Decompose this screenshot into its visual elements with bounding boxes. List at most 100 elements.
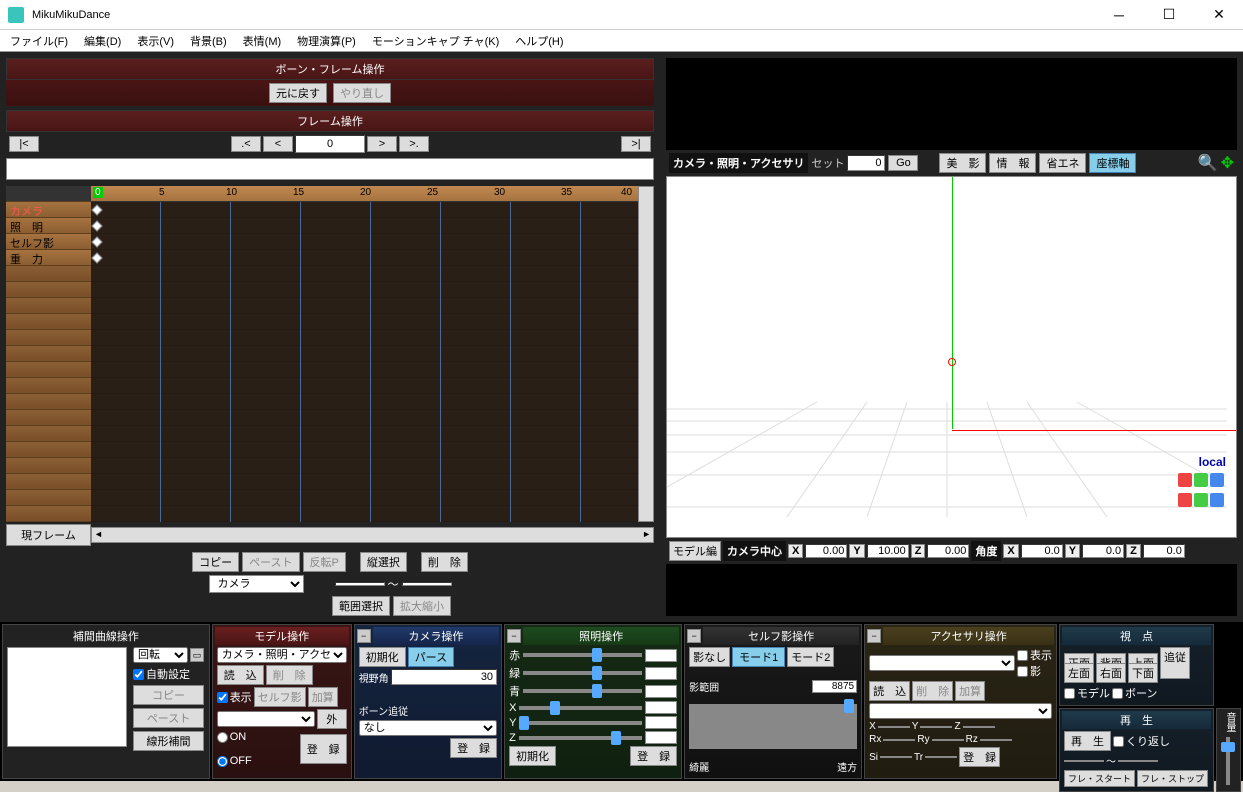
move-gizmo[interactable] bbox=[1178, 493, 1228, 509]
menu-view[interactable]: 表示(V) bbox=[131, 31, 180, 51]
menu-face[interactable]: 表情(M) bbox=[237, 31, 288, 51]
cam-init[interactable]: 初期化 bbox=[359, 647, 406, 667]
ang-y[interactable]: 0.0 bbox=[1082, 544, 1124, 558]
model-load[interactable]: 読 込 bbox=[217, 665, 264, 685]
timeline-grid[interactable]: 0 5 10 15 20 25 30 35 40 bbox=[91, 186, 638, 522]
prev-frame-button[interactable]: < bbox=[263, 136, 293, 152]
menu-mocap[interactable]: モーションキャプ チャ(K) bbox=[366, 31, 505, 51]
search-icon[interactable]: 🔍 bbox=[1198, 153, 1218, 173]
copy-button[interactable]: コピー bbox=[192, 552, 239, 572]
timeline-ruler[interactable]: 0 5 10 15 20 25 30 35 40 bbox=[91, 186, 638, 202]
model-select[interactable]: カメラ・照明・アクセサリ bbox=[217, 647, 347, 663]
timeline-vscroll[interactable] bbox=[638, 186, 654, 522]
range-select-button[interactable]: 範囲選択 bbox=[332, 596, 390, 616]
window-title: MikuMikuDance bbox=[32, 9, 1103, 21]
play-panel: 再 生 再 生くり返し ～ フレ・スタートフレ・ストップ bbox=[1059, 708, 1214, 792]
eco-button[interactable]: 省エネ bbox=[1039, 153, 1086, 173]
coordinate-bar: モデル編 カメラ中心 X0.00 Y10.00 Z0.00 角度 X0.0 Y0… bbox=[666, 538, 1237, 564]
flip-button[interactable]: 反転P bbox=[303, 552, 346, 572]
axis-button[interactable]: 座標軸 bbox=[1089, 153, 1136, 173]
go-button[interactable]: Go bbox=[888, 155, 918, 171]
next-key-button[interactable]: >. bbox=[399, 136, 429, 152]
acc-bone-select[interactable] bbox=[869, 703, 1052, 719]
collapse-icon[interactable]: − bbox=[687, 629, 701, 643]
track-camera[interactable]: カメラ bbox=[6, 202, 91, 218]
vsel-button[interactable]: 縦選択 bbox=[360, 552, 407, 572]
model-edit-button[interactable]: モデル編 bbox=[669, 541, 721, 561]
viewport-3d[interactable]: local bbox=[666, 176, 1237, 538]
curve-panel: 補間曲線操作 回転▭ 自動設定 コピー ペースト 線形補間 bbox=[2, 624, 210, 779]
current-frame-label[interactable]: 現フレーム bbox=[6, 524, 91, 546]
keyframe-icon[interactable] bbox=[91, 236, 102, 247]
cam-y[interactable]: 10.00 bbox=[867, 544, 909, 558]
menu-help[interactable]: ヘルプ(H) bbox=[509, 31, 569, 51]
first-frame-button[interactable]: |< bbox=[9, 136, 39, 152]
collapse-icon[interactable]: − bbox=[867, 629, 881, 643]
move-icon[interactable]: ✥ bbox=[1221, 153, 1234, 173]
frame-ops-title: フレーム操作 bbox=[6, 110, 654, 132]
menu-file[interactable]: ファイル(F) bbox=[4, 31, 74, 51]
ang-x[interactable]: 0.0 bbox=[1021, 544, 1063, 558]
cam-x[interactable]: 0.00 bbox=[805, 544, 847, 558]
nice-shadow-button[interactable]: 美 影 bbox=[939, 153, 986, 173]
shadow-panel: −セルフ影操作 影なしモード1モード2 影範囲8875 綺麗遠方 bbox=[684, 624, 862, 779]
delete-button[interactable]: 削 除 bbox=[421, 552, 468, 572]
frame-input[interactable]: 0 bbox=[295, 135, 365, 153]
track-shadow[interactable]: セルフ影 bbox=[6, 234, 91, 250]
track-gravity[interactable]: 重 力 bbox=[6, 250, 91, 266]
zoom-button[interactable]: 拡大縮小 bbox=[393, 596, 451, 616]
range-to[interactable] bbox=[402, 582, 452, 586]
prev-key-button[interactable]: .< bbox=[231, 136, 261, 152]
collapse-icon[interactable]: − bbox=[507, 629, 521, 643]
last-frame-button[interactable]: >| bbox=[621, 136, 651, 152]
curve-expand-icon[interactable]: ▭ bbox=[190, 648, 204, 662]
light-z-slider[interactable] bbox=[519, 736, 642, 740]
curve-editor[interactable] bbox=[7, 647, 127, 747]
auto-check[interactable]: 自動設定 bbox=[133, 666, 204, 682]
undo-button[interactable]: 元に戻す bbox=[269, 83, 327, 103]
light-r-slider[interactable] bbox=[523, 653, 642, 657]
maximize-button[interactable]: ☐ bbox=[1153, 3, 1185, 27]
menu-physics[interactable]: 物理演算(P) bbox=[291, 31, 362, 51]
light-b-slider[interactable] bbox=[523, 689, 642, 693]
keyframe-icon[interactable] bbox=[91, 204, 102, 215]
timeline-hscroll[interactable] bbox=[91, 527, 654, 543]
model-del[interactable]: 削 除 bbox=[266, 665, 313, 685]
fov-input[interactable]: 30 bbox=[391, 669, 497, 685]
paste-button[interactable]: ペースト bbox=[242, 552, 299, 572]
model-register[interactable]: 登 録 bbox=[300, 734, 347, 764]
minimize-button[interactable]: ─ bbox=[1103, 3, 1135, 27]
acc-select[interactable] bbox=[869, 655, 1015, 671]
light-g-slider[interactable] bbox=[523, 671, 642, 675]
cam-register[interactable]: 登 録 bbox=[450, 738, 497, 758]
redo-button[interactable]: やり直し bbox=[333, 83, 391, 103]
track-light[interactable]: 照 明 bbox=[6, 218, 91, 234]
next-frame-button[interactable]: > bbox=[367, 136, 397, 152]
ang-z[interactable]: 0.0 bbox=[1143, 544, 1185, 558]
menu-bg[interactable]: 背景(B) bbox=[184, 31, 233, 51]
info-button[interactable]: 情 報 bbox=[989, 153, 1036, 173]
curve-paste[interactable]: ペースト bbox=[133, 708, 204, 728]
shadow-slider[interactable] bbox=[689, 704, 857, 749]
cam-pers[interactable]: パース bbox=[408, 647, 454, 667]
keyframe-icon[interactable] bbox=[91, 220, 102, 231]
volume-slider[interactable] bbox=[1226, 737, 1230, 785]
model-ext-select[interactable] bbox=[217, 711, 315, 727]
close-button[interactable]: ✕ bbox=[1203, 3, 1235, 27]
light-y-slider[interactable] bbox=[519, 721, 642, 725]
rotate-gizmo[interactable] bbox=[1178, 473, 1228, 489]
curve-copy[interactable]: コピー bbox=[133, 685, 204, 705]
linear-button[interactable]: 線形補間 bbox=[133, 731, 204, 751]
range-from[interactable] bbox=[335, 582, 385, 586]
follow-select[interactable]: なし bbox=[359, 720, 497, 736]
app-icon bbox=[8, 7, 24, 23]
keyframe-icon[interactable] bbox=[91, 252, 102, 263]
curve-axis-select[interactable]: 回転 bbox=[133, 647, 188, 663]
model-panel: モデル操作 カメラ・照明・アクセサリ 読 込削 除 表示セルフ影加算 外 ONO… bbox=[212, 624, 352, 779]
collapse-icon[interactable]: − bbox=[357, 629, 371, 643]
track-select[interactable]: カメラ bbox=[209, 575, 304, 593]
menu-edit[interactable]: 編集(D) bbox=[78, 31, 127, 51]
light-x-slider[interactable] bbox=[519, 706, 642, 710]
cam-z[interactable]: 0.00 bbox=[927, 544, 969, 558]
set-input[interactable]: 0 bbox=[847, 155, 885, 171]
